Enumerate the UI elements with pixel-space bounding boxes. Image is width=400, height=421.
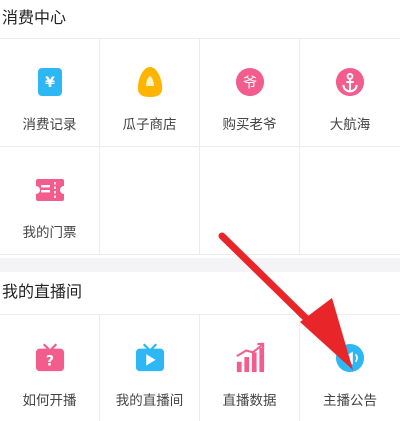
my-tickets-button[interactable]: 我的门票	[0, 147, 100, 255]
great-voyage-label: 大航海	[329, 117, 371, 133]
my-live-room-button[interactable]: 我的直播间	[100, 315, 200, 421]
svg-text:?: ?	[45, 354, 53, 370]
my-tickets-label: 我的门票	[22, 225, 77, 241]
consume-record-label: 消费记录	[22, 117, 77, 133]
lord-badge-icon: 爷	[235, 65, 265, 99]
host-announcement-label: 主播公告	[323, 393, 377, 409]
anchor-icon	[335, 65, 365, 99]
tv-play-icon	[135, 341, 165, 375]
my-live-room-grid: ? 如何开播 我的直播间 直播数据 主播公告	[0, 314, 400, 421]
my-live-room-label: 我的直播间	[115, 393, 184, 409]
how-to-stream-label: 如何开播	[22, 393, 77, 409]
announcement-icon	[335, 341, 365, 375]
empty-cell	[300, 147, 400, 255]
live-data-label: 直播数据	[222, 393, 277, 409]
buy-lord-label: 购买老爷	[222, 117, 277, 133]
my-live-room-title: 我的直播间	[0, 274, 400, 314]
yuan-wallet-icon: ¥	[35, 65, 65, 99]
melon-shop-label: 瓜子商店	[122, 117, 177, 133]
buy-lord-button[interactable]: 爷 购买老爷	[200, 39, 300, 147]
melon-seed-icon	[135, 65, 165, 99]
live-data-button[interactable]: 直播数据	[200, 315, 300, 421]
consume-center-title: 消费中心	[0, 0, 400, 40]
empty-cell	[200, 147, 300, 255]
section-divider	[0, 258, 400, 272]
ticket-icon	[35, 173, 65, 207]
tv-question-icon: ?	[35, 341, 65, 375]
consume-record-button[interactable]: ¥ 消费记录	[0, 39, 100, 147]
host-announcement-button[interactable]: 主播公告	[300, 315, 400, 421]
how-to-stream-button[interactable]: ? 如何开播	[0, 315, 100, 421]
great-voyage-button[interactable]: 大航海	[300, 39, 400, 147]
melon-shop-button[interactable]: 瓜子商店	[100, 39, 200, 147]
consume-center-grid: ¥ 消费记录 瓜子商店 爷 购买老爷 大航海 我的门票	[0, 38, 400, 255]
bar-chart-icon	[235, 341, 265, 375]
svg-text:爷: 爷	[242, 76, 256, 92]
svg-text:¥: ¥	[45, 75, 55, 91]
empty-cell	[100, 147, 200, 255]
